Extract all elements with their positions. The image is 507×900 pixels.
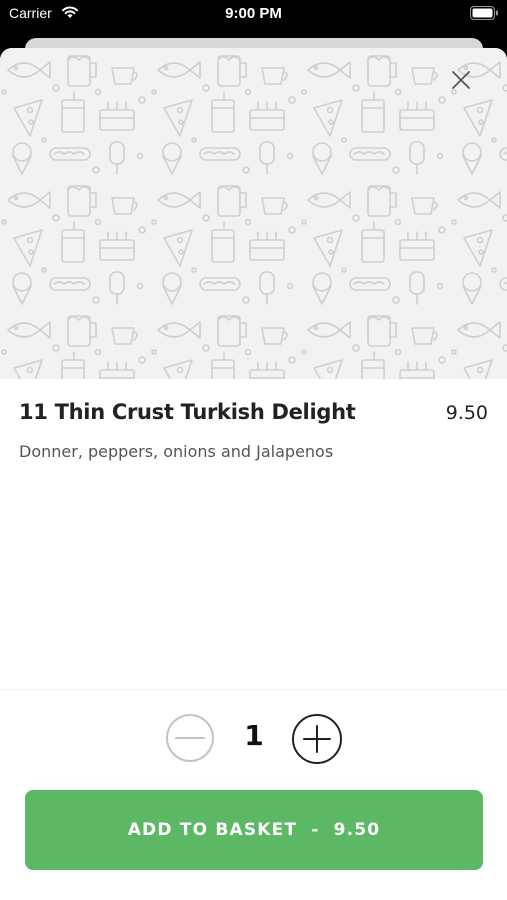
- plus-icon: [303, 725, 331, 753]
- product-image: [0, 48, 507, 379]
- battery-icon: [470, 6, 498, 20]
- minus-icon: [175, 737, 205, 739]
- add-to-basket-label: ADD TO BASKET: [127, 820, 298, 840]
- add-to-basket-price: 9.50: [333, 820, 381, 840]
- add-to-basket-separator: -: [311, 820, 320, 840]
- decrease-quantity-button[interactable]: [166, 714, 214, 762]
- close-button[interactable]: [443, 62, 479, 98]
- product-modal: 11 Thin Crust Turkish Delight 9.50 Donne…: [0, 48, 507, 900]
- close-icon: [452, 71, 470, 89]
- increase-quantity-button[interactable]: [292, 714, 342, 764]
- footer-divider: [0, 689, 507, 690]
- product-title: 11 Thin Crust Turkish Delight: [19, 400, 356, 424]
- status-bar: Carrier 9:00 PM: [0, 0, 507, 30]
- quantity-value: 1: [244, 719, 264, 752]
- status-time: 9:00 PM: [225, 5, 282, 22]
- add-to-basket-button[interactable]: ADD TO BASKET - 9.50: [25, 790, 483, 870]
- product-price: 9.50: [445, 402, 488, 424]
- product-description: Donner, peppers, onions and Jalapenos: [19, 442, 334, 461]
- food-doodle-pattern: [0, 48, 507, 379]
